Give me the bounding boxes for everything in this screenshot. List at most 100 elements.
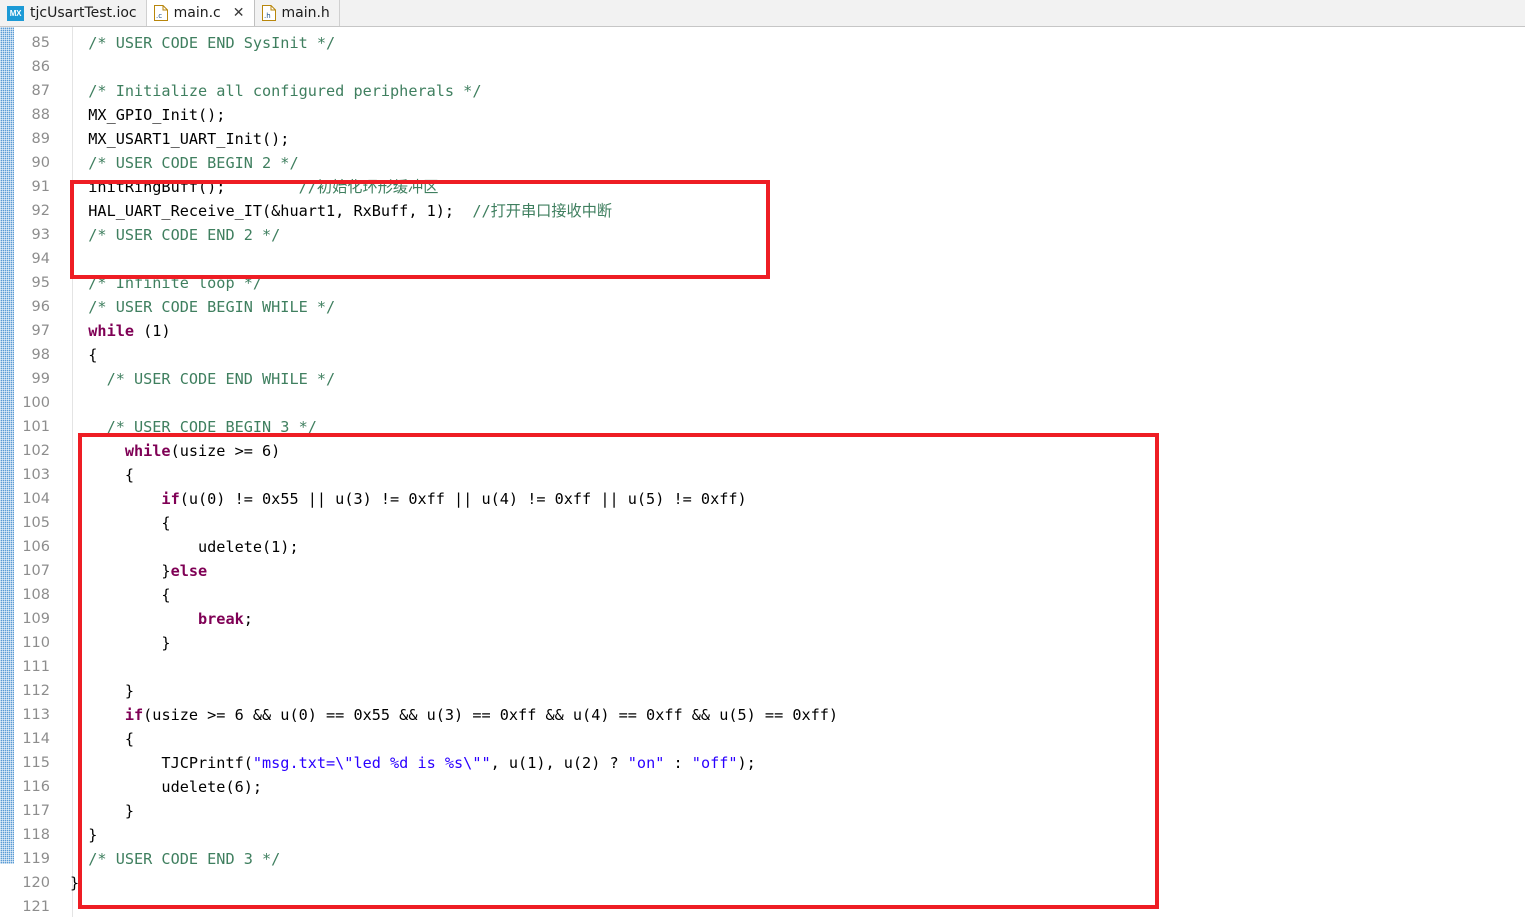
code-line[interactable]: 93 /* USER CODE END 2 */ [0, 223, 1525, 247]
line-source[interactable]: } [58, 823, 1525, 847]
line-source[interactable]: { [58, 583, 1525, 607]
token-cmt: //初始化环形缓冲区 [298, 178, 439, 196]
code-line[interactable]: 97 while (1) [0, 319, 1525, 343]
token-pl: , u(1), u(2) ? [490, 754, 628, 772]
token-pl: (u(0) != 0x55 || u(3) != 0xff || u(4) !=… [179, 490, 747, 508]
line-source[interactable]: } [58, 679, 1525, 703]
line-source[interactable]: { [58, 511, 1525, 535]
line-source[interactable]: } [58, 631, 1525, 655]
line-source[interactable]: { [58, 727, 1525, 751]
tab-main-h[interactable]: .h main.h [254, 0, 340, 26]
token-pl: } [70, 562, 171, 580]
line-source[interactable]: /* USER CODE END WHILE */ [58, 367, 1525, 391]
line-source[interactable]: MX_USART1_UART_Init(); [58, 127, 1525, 151]
token-pl: udelete(6); [70, 778, 263, 796]
token-kw: break [198, 610, 244, 628]
line-source[interactable]: break; [58, 607, 1525, 631]
token-cmt: /* USER CODE END SysInit */ [70, 34, 336, 52]
code-line[interactable]: 91 initRingBuff(); //初始化环形缓冲区 [0, 175, 1525, 199]
code-line[interactable]: 85 /* USER CODE END SysInit */ [0, 31, 1525, 55]
code-line[interactable]: 113 if(usize >= 6 && u(0) == 0x55 && u(3… [0, 703, 1525, 727]
line-source[interactable]: { [58, 343, 1525, 367]
code-line[interactable]: 118 } [0, 823, 1525, 847]
source-code-area[interactable]: 85 /* USER CODE END SysInit */86 87 /* In… [0, 27, 1525, 917]
token-cmt: /* Initialize all configured peripherals… [70, 82, 482, 100]
token-str: "msg.txt=\"led %d is %s\"" [252, 754, 491, 772]
line-source[interactable]: } [58, 799, 1525, 823]
tab-main-c[interactable]: .c main.c ✕ [146, 0, 255, 26]
line-source[interactable]: if(u(0) != 0x55 || u(3) != 0xff || u(4) … [58, 487, 1525, 511]
token-pl: (1) [134, 322, 171, 340]
code-line[interactable]: 114 { [0, 727, 1525, 751]
code-editor[interactable]: 85 /* USER CODE END SysInit */86 87 /* In… [0, 27, 1525, 917]
line-number: 121 [22, 899, 50, 915]
line-source[interactable]: /* Infinite loop */ [58, 271, 1525, 295]
token-kw: while [70, 442, 171, 460]
code-line[interactable]: 102 while(usize >= 6) [0, 439, 1525, 463]
line-source[interactable]: initRingBuff(); //初始化环形缓冲区 [58, 175, 1525, 199]
code-line[interactable]: 112 } [0, 679, 1525, 703]
code-line[interactable]: 109 break; [0, 607, 1525, 631]
code-line[interactable]: 86 [0, 55, 1525, 79]
code-line[interactable]: 119 /* USER CODE END 3 */ [0, 847, 1525, 871]
line-source[interactable]: /* USER CODE BEGIN WHILE */ [58, 295, 1525, 319]
code-line[interactable]: 96 /* USER CODE BEGIN WHILE */ [0, 295, 1525, 319]
code-line[interactable]: 107 }else [0, 559, 1525, 583]
code-line[interactable]: 95 /* Infinite loop */ [0, 271, 1525, 295]
token-pl: } [70, 634, 171, 652]
code-line[interactable]: 103 { [0, 463, 1525, 487]
line-source[interactable]: /* USER CODE END SysInit */ [58, 31, 1525, 55]
line-source[interactable]: /* USER CODE END 2 */ [58, 223, 1525, 247]
code-line[interactable]: 87 /* Initialize all configured peripher… [0, 79, 1525, 103]
code-line[interactable]: 111 [0, 655, 1525, 679]
code-line[interactable]: 110 } [0, 631, 1525, 655]
line-source[interactable]: while (1) [58, 319, 1525, 343]
code-line[interactable]: 92 HAL_UART_Receive_IT(&huart1, RxBuff, … [0, 199, 1525, 223]
token-kw: if [70, 706, 144, 724]
code-line[interactable]: 105 { [0, 511, 1525, 535]
token-pl: } [70, 874, 80, 892]
line-source[interactable]: udelete(1); [58, 535, 1525, 559]
code-line[interactable]: 104 if(u(0) != 0x55 || u(3) != 0xff || u… [0, 487, 1525, 511]
code-line[interactable]: 88 MX_GPIO_Init(); [0, 103, 1525, 127]
editor-tab-bar: MX tjcUsartTest.ioc .c main.c ✕ .h main.… [0, 0, 1525, 27]
code-line[interactable]: 120} [0, 871, 1525, 895]
code-line[interactable]: 98 { [0, 343, 1525, 367]
line-source[interactable]: udelete(6); [58, 775, 1525, 799]
token-kw: if [70, 490, 180, 508]
code-line[interactable]: 108 { [0, 583, 1525, 607]
code-line[interactable]: 101 /* USER CODE BEGIN 3 */ [0, 415, 1525, 439]
code-line[interactable]: 94 [0, 247, 1525, 271]
line-source[interactable]: }else [58, 559, 1525, 583]
token-pl: initRingBuff(); [70, 178, 299, 196]
line-source[interactable]: TJCPrintf("msg.txt=\"led %d is %s\"", u(… [58, 751, 1525, 775]
close-icon[interactable]: ✕ [233, 6, 245, 20]
tab-tjcusarttest-ioc[interactable]: MX tjcUsartTest.ioc [0, 0, 147, 26]
line-source[interactable]: } [58, 871, 1525, 895]
code-line[interactable]: 100 [0, 391, 1525, 415]
line-source[interactable]: while(usize >= 6) [58, 439, 1525, 463]
line-source[interactable]: if(usize >= 6 && u(0) == 0x55 && u(3) ==… [58, 703, 1525, 727]
token-pl: TJCPrintf( [70, 754, 253, 772]
code-line[interactable]: 90 /* USER CODE BEGIN 2 */ [0, 151, 1525, 175]
line-source[interactable]: { [58, 463, 1525, 487]
code-line[interactable]: 99 /* USER CODE END WHILE */ [0, 367, 1525, 391]
code-line[interactable]: 106 udelete(1); [0, 535, 1525, 559]
token-pl: { [70, 346, 98, 364]
line-source[interactable]: /* USER CODE END 3 */ [58, 847, 1525, 871]
token-pl: { [70, 466, 135, 484]
code-line[interactable]: 117 } [0, 799, 1525, 823]
code-line[interactable]: 115 TJCPrintf("msg.txt=\"led %d is %s\""… [0, 751, 1525, 775]
tab-label: tjcUsartTest.ioc [30, 5, 137, 21]
code-line[interactable]: 116 udelete(6); [0, 775, 1525, 799]
code-line[interactable]: 121 [0, 895, 1525, 917]
token-pl: ); [737, 754, 756, 772]
code-line[interactable]: 89 MX_USART1_UART_Init(); [0, 127, 1525, 151]
line-source[interactable]: MX_GPIO_Init(); [58, 103, 1525, 127]
line-source[interactable]: /* USER CODE BEGIN 3 */ [58, 415, 1525, 439]
line-source[interactable]: /* USER CODE BEGIN 2 */ [58, 151, 1525, 175]
tab-bar-empty-space [339, 0, 1525, 26]
line-source[interactable]: /* Initialize all configured peripherals… [58, 79, 1525, 103]
line-source[interactable]: HAL_UART_Receive_IT(&huart1, RxBuff, 1);… [58, 199, 1525, 223]
